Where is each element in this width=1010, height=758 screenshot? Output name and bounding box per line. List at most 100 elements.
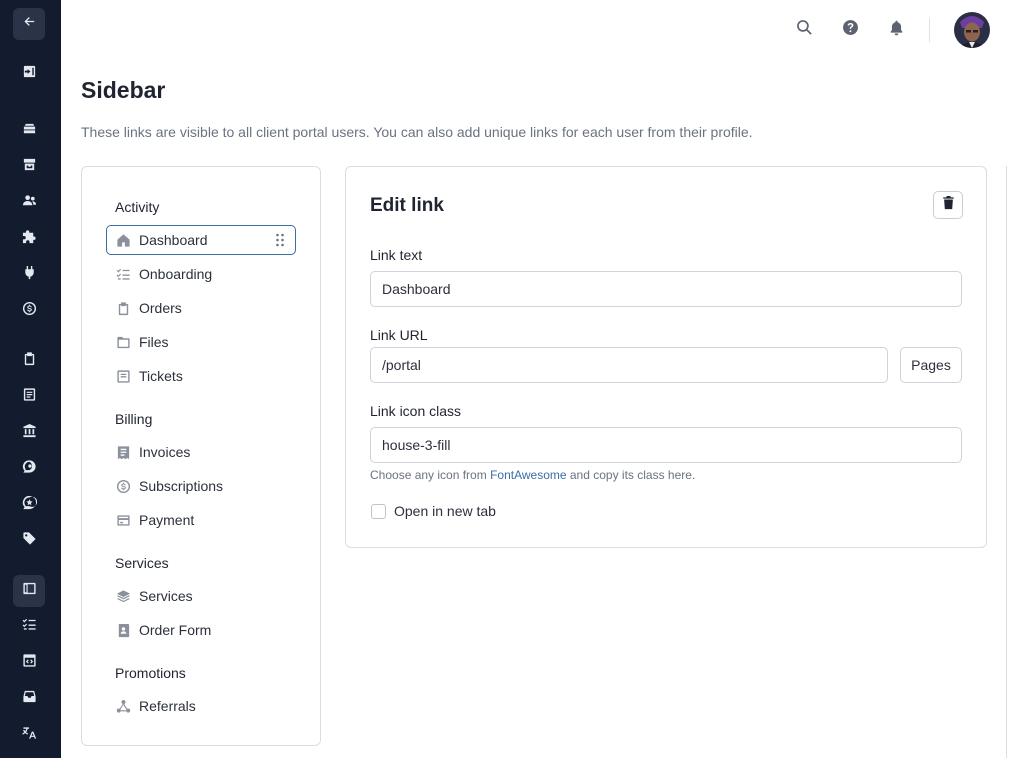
rail-language[interactable]	[13, 719, 45, 751]
link-item-label: Invoices	[139, 444, 191, 460]
link-url-input[interactable]: /portal	[370, 347, 888, 383]
content-divider	[1006, 166, 1007, 758]
link-item-label: Files	[139, 334, 169, 350]
link-item-label: Tickets	[139, 368, 183, 384]
rail-inbox-stack[interactable]	[13, 115, 45, 147]
link-item-label: Dashboard	[139, 232, 208, 248]
dollar-circle-icon	[115, 478, 131, 494]
house-icon	[115, 232, 131, 248]
rail-reviews[interactable]	[13, 489, 45, 521]
link-item-referrals[interactable]: Referrals	[106, 691, 296, 721]
back-button[interactable]	[13, 8, 45, 40]
rail-archive[interactable]	[13, 151, 45, 183]
help-text-before: Choose any icon from	[370, 468, 491, 482]
link-item-subscriptions[interactable]: Subscriptions	[106, 471, 296, 501]
link-item-label: Order Form	[139, 622, 212, 638]
link-item-files[interactable]: Files	[106, 327, 296, 357]
archive-icon	[22, 157, 37, 177]
section-label-activity: Activity	[115, 199, 160, 215]
clipboard-icon	[22, 351, 37, 371]
link-text-label: Link text	[370, 247, 423, 263]
tag-icon	[22, 531, 37, 551]
link-icon-class-input[interactable]: house-3-fill	[370, 427, 962, 463]
rail-users[interactable]	[13, 187, 45, 219]
trash-icon	[942, 195, 955, 215]
link-item-invoices[interactable]: Invoices	[106, 437, 296, 467]
rail-support[interactable]	[13, 453, 45, 485]
share-nodes-icon	[115, 698, 131, 714]
section-label-billing: Billing	[115, 411, 153, 427]
link-item-label: Payment	[139, 512, 195, 528]
page-description: These links are visible to all client po…	[81, 124, 753, 140]
open-new-tab-label[interactable]: Open in new tab	[394, 503, 496, 519]
rail-orders[interactable]	[13, 345, 45, 377]
link-item-services[interactable]: Services	[106, 581, 296, 611]
chat-search-icon	[22, 459, 37, 479]
link-icon-class-label: Link icon class	[370, 403, 462, 419]
link-item-onboarding[interactable]: Onboarding	[106, 259, 296, 289]
folder-icon	[115, 334, 131, 350]
avatar[interactable]	[954, 12, 990, 48]
help-text-after: and copy its class here.	[566, 468, 696, 482]
link-item-tickets[interactable]: Tickets	[106, 361, 296, 391]
checklist-icon	[22, 617, 37, 637]
stack-icon	[115, 588, 131, 604]
star-badge-icon	[22, 495, 37, 515]
page-title: Sidebar	[81, 77, 166, 103]
sidebar-icon	[22, 581, 37, 601]
notifications-button[interactable]	[885, 19, 907, 41]
edit-link-title: Edit link	[370, 195, 444, 216]
rail-integrations[interactable]	[13, 259, 45, 291]
link-url-label: Link URL	[370, 327, 428, 343]
pages-button[interactable]: Pages	[900, 347, 962, 383]
link-item-payment[interactable]: Payment	[106, 505, 296, 535]
back-arrow-icon	[22, 14, 37, 34]
rail-email[interactable]	[13, 683, 45, 715]
bell-icon	[888, 19, 905, 41]
topbar-divider	[929, 18, 930, 42]
rail-billing[interactable]	[13, 295, 45, 327]
inbox-stack-icon	[22, 121, 37, 141]
search-button[interactable]	[793, 19, 815, 41]
receipt-icon	[115, 444, 131, 460]
fontawesome-link[interactable]: FontAwesome	[490, 468, 566, 482]
link-item-label: Services	[139, 588, 193, 604]
dollar-circle-icon	[22, 301, 37, 321]
section-label-promotions: Promotions	[115, 665, 186, 681]
clipboard-icon	[115, 300, 131, 316]
app-sidebar	[0, 0, 61, 758]
ticket-icon	[115, 368, 131, 384]
sign-in-icon	[22, 64, 37, 84]
rail-bank[interactable]	[13, 417, 45, 449]
inbox-icon	[22, 689, 37, 709]
link-item-label: Orders	[139, 300, 182, 316]
rail-sign-in[interactable]	[13, 58, 45, 90]
link-text-input[interactable]: Dashboard	[370, 271, 962, 307]
rail-plugins[interactable]	[13, 223, 45, 255]
receipt-icon	[22, 387, 37, 407]
link-item-label: Onboarding	[139, 266, 213, 282]
puzzle-icon	[22, 229, 37, 249]
search-icon	[796, 19, 813, 41]
help-icon	[842, 19, 859, 41]
drag-handle-icon[interactable]	[275, 233, 285, 247]
translate-icon	[21, 725, 37, 745]
link-item-dashboard[interactable]: Dashboard	[106, 225, 296, 255]
link-item-order-form[interactable]: Order Form	[106, 615, 296, 645]
rail-embed[interactable]	[13, 647, 45, 679]
rail-invoices[interactable]	[13, 381, 45, 413]
link-item-label: Referrals	[139, 698, 196, 714]
bank-icon	[22, 423, 37, 443]
link-item-orders[interactable]: Orders	[106, 293, 296, 323]
rail-sidebar-settings[interactable]	[13, 575, 45, 607]
plug-icon	[22, 265, 37, 285]
delete-link-button[interactable]	[933, 191, 963, 219]
rail-onboarding[interactable]	[13, 611, 45, 643]
edit-link-panel: Edit link Link text Dashboard Link URL /…	[345, 166, 987, 548]
link-item-label: Subscriptions	[139, 478, 224, 494]
users-icon	[22, 193, 37, 213]
code-window-icon	[22, 653, 37, 673]
help-button[interactable]	[839, 19, 861, 41]
rail-coupons[interactable]	[13, 525, 45, 557]
open-new-tab-checkbox[interactable]	[371, 504, 386, 519]
